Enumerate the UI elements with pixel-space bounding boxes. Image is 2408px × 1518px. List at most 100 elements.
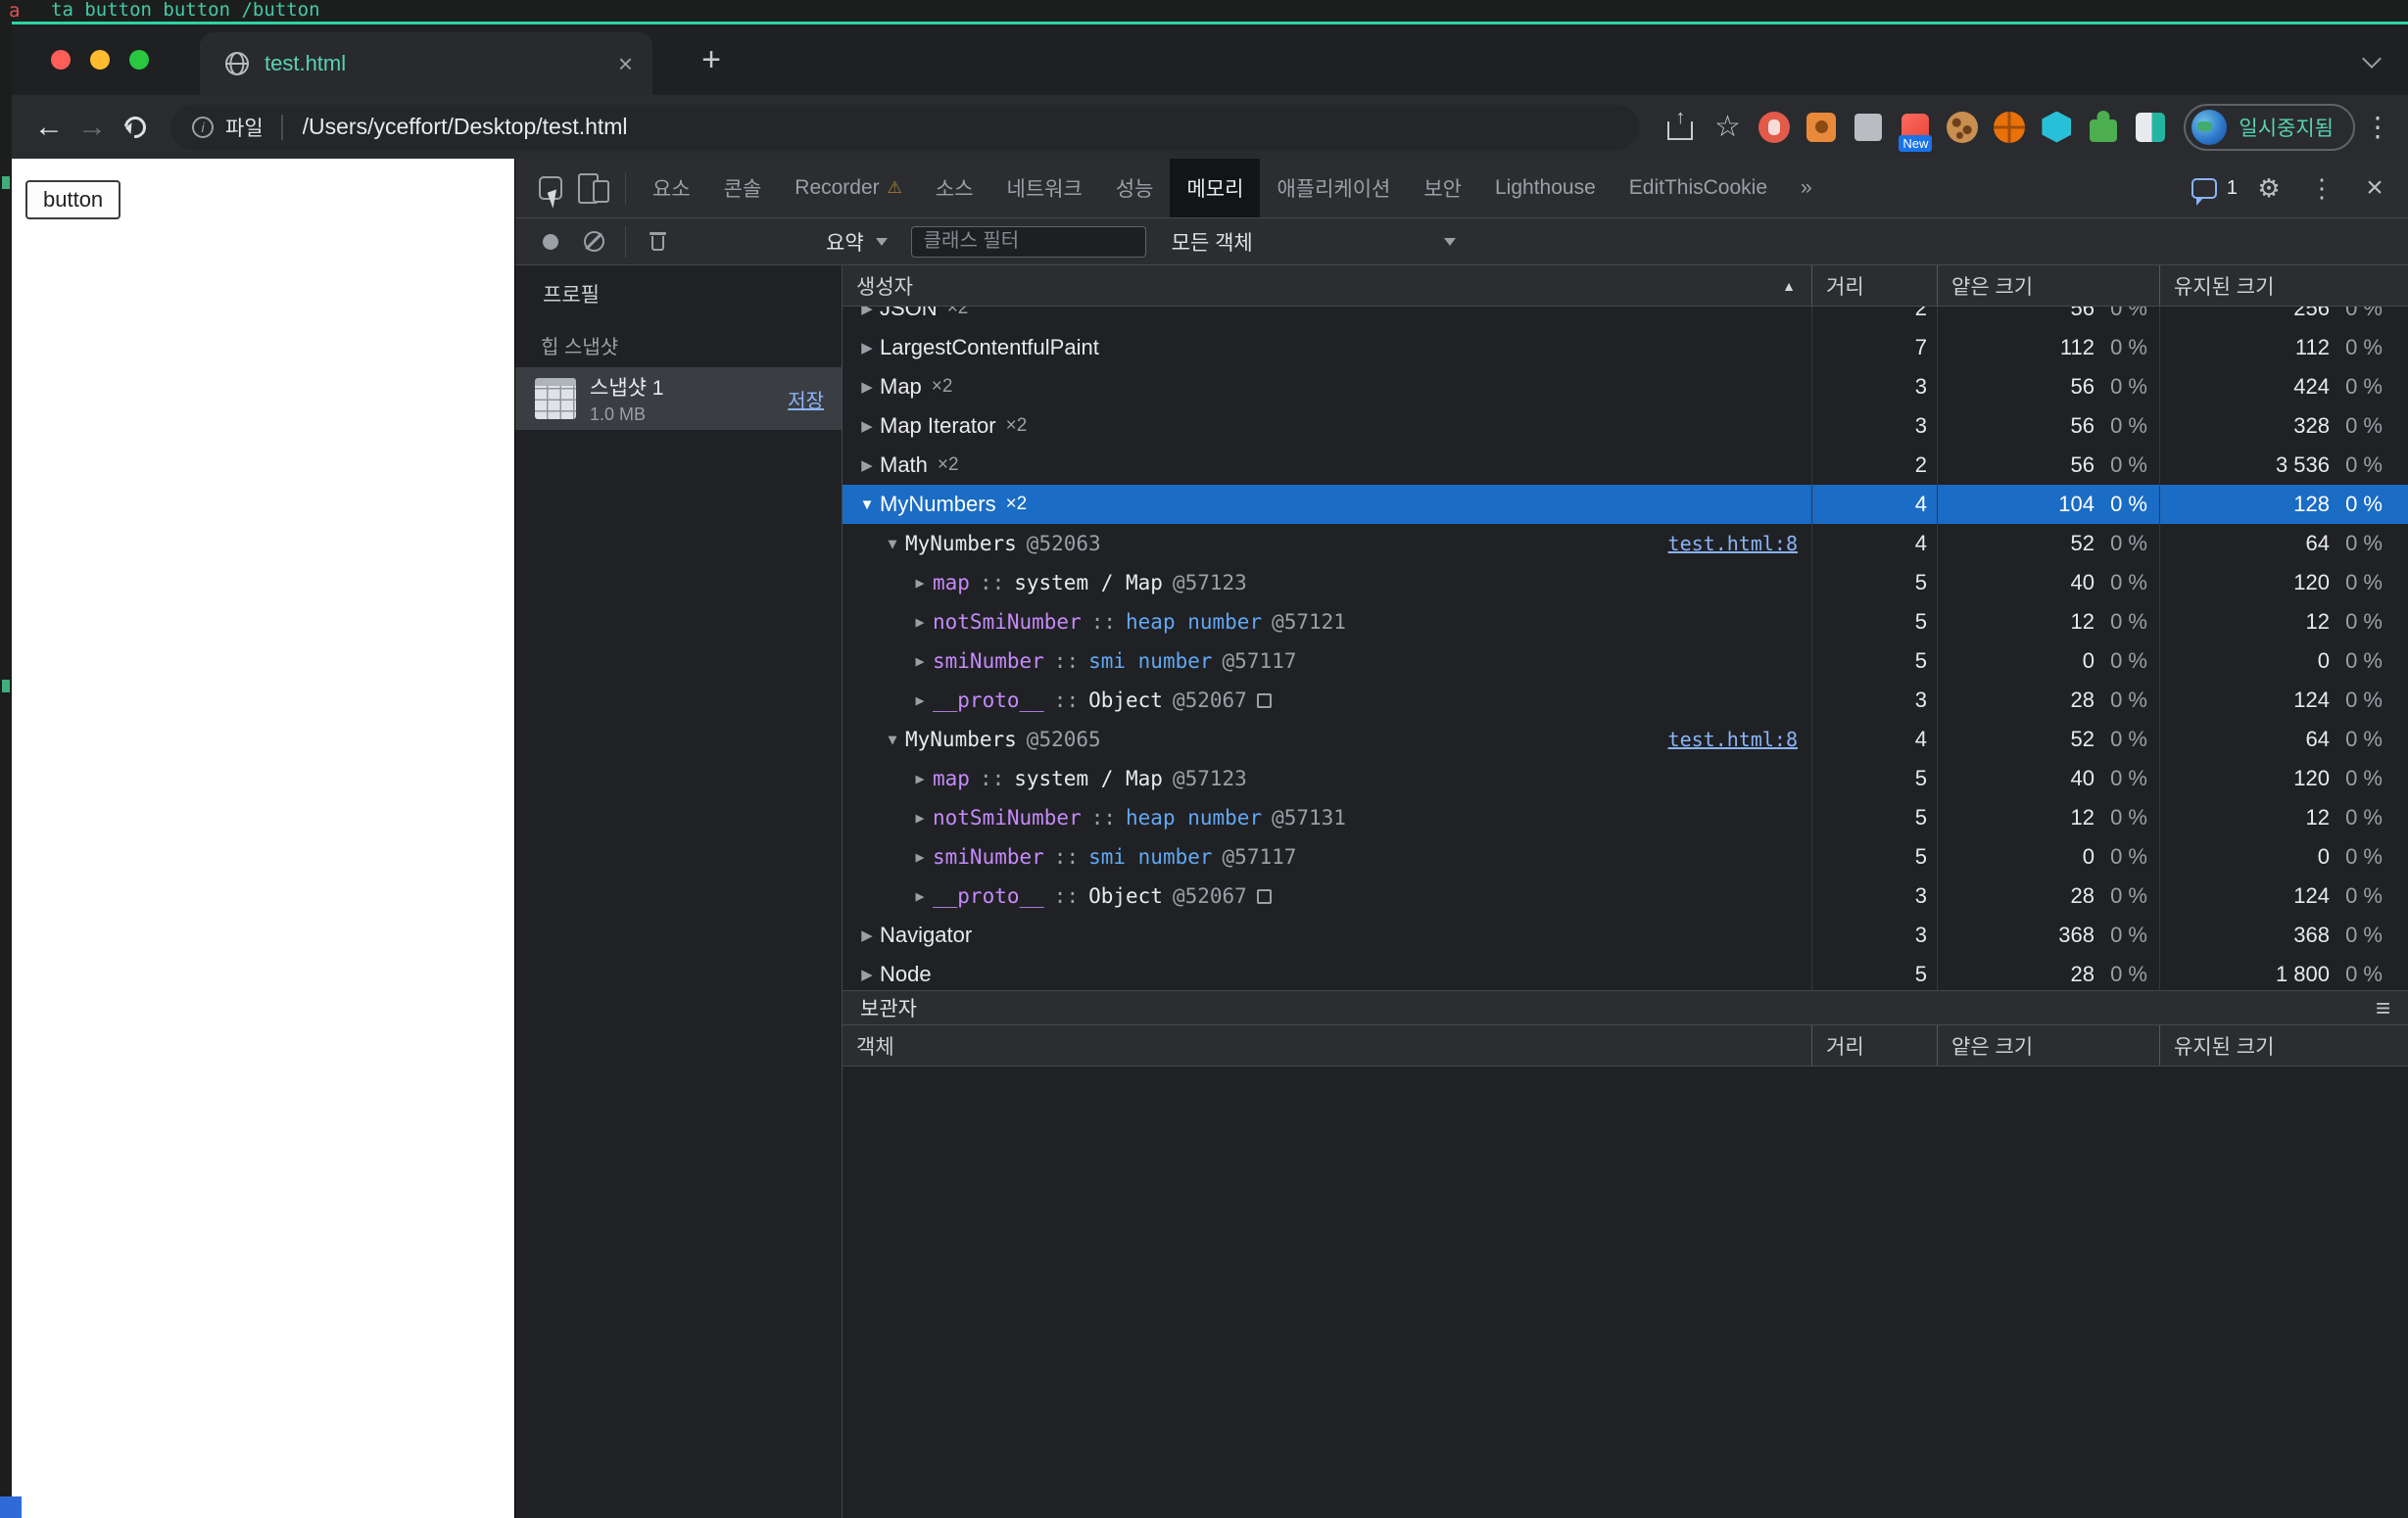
- expander-closed-icon[interactable]: ▶: [907, 613, 933, 631]
- url-text[interactable]: /Users/yceffort/Desktop/test.html: [303, 114, 628, 140]
- expander-closed-icon[interactable]: ▶: [907, 848, 933, 866]
- expander-closed-icon[interactable]: ▶: [907, 809, 933, 827]
- devtools-tab-성능[interactable]: 성능: [1099, 159, 1171, 217]
- column-header[interactable]: 얕은 크기: [1938, 1025, 2160, 1066]
- heap-row[interactable]: ▼ MyNumbers @52063 test.html:8 4 52 0 % 64 0 %: [843, 524, 2408, 563]
- devtools-tab-EditThisCookie[interactable]: EditThisCookie: [1613, 159, 1784, 217]
- puzzle-icon[interactable]: [2084, 108, 2123, 147]
- devtools-tab-애플리케이션[interactable]: 애플리케이션: [1260, 159, 1407, 217]
- expander-closed-icon[interactable]: ▶: [907, 887, 933, 905]
- minimize-window-button[interactable]: [90, 50, 110, 70]
- site-info-icon[interactable]: i: [192, 116, 214, 138]
- heap-row[interactable]: ▼ MyNumbers ×2 4 104 0 % 128 0 %: [843, 485, 2408, 524]
- new-tab-button[interactable]: +: [692, 40, 731, 79]
- clear-profiles-button[interactable]: [572, 220, 615, 263]
- save-snapshot-link[interactable]: 저장: [788, 385, 824, 413]
- expander-closed-icon[interactable]: ▶: [854, 966, 880, 983]
- expander-closed-icon[interactable]: ▶: [907, 770, 933, 787]
- forward-button[interactable]: →: [71, 106, 114, 149]
- heap-row[interactable]: ▶ Math ×2 2 56 0 % 3 536 0 %: [843, 446, 2408, 485]
- site-chip-label[interactable]: 파일: [225, 113, 264, 142]
- devtools-settings-icon[interactable]: ⚙: [2247, 166, 2290, 210]
- expander-closed-icon[interactable]: ▶: [854, 926, 880, 944]
- cookie-icon[interactable]: [1943, 108, 1982, 147]
- browser-menu-icon[interactable]: ⋮: [2363, 111, 2392, 143]
- class-filter-input[interactable]: [910, 225, 1146, 258]
- devtools-tab-메모리[interactable]: 메모리: [1170, 159, 1261, 217]
- split-icon[interactable]: [2131, 108, 2170, 147]
- heap-row[interactable]: ▶ LargestContentfulPaint 7 112 0 % 112 0 %: [843, 328, 2408, 367]
- expander-closed-icon[interactable]: ▶: [907, 574, 933, 592]
- heap-row[interactable]: ▶ map:: system / Map @57123 5 40 0 % 120 0 %: [843, 759, 2408, 798]
- column-header[interactable]: 거리: [1812, 265, 1938, 306]
- reload-button[interactable]: [114, 106, 157, 149]
- devtools-tab-요소[interactable]: 요소: [636, 159, 707, 217]
- hexagon-icon[interactable]: [2037, 108, 2076, 147]
- heap-row[interactable]: ▶ notSmiNumber:: heap number @57131 5 12 0 % 12…: [843, 798, 2408, 837]
- address-bar[interactable]: i 파일 /Users/yceffort/Desktop/test.html: [170, 104, 1640, 150]
- grid-rows[interactable]: ▶ JSON ×2 2 56 0 % 256 0 % ▶ LargestContentfulPai…: [843, 307, 2408, 990]
- expander-open-icon[interactable]: ▼: [880, 535, 905, 552]
- devtools-menu-icon[interactable]: ⋮: [2300, 166, 2343, 210]
- person-icon[interactable]: [1802, 108, 1841, 147]
- heap-row[interactable]: ▶ Map Iterator ×2 3 56 0 % 328 0 %: [843, 406, 2408, 446]
- close-window-button[interactable]: [51, 50, 71, 70]
- back-button[interactable]: ←: [27, 106, 71, 149]
- inspect-element-button[interactable]: [529, 166, 572, 210]
- new-badge-icon[interactable]: New: [1896, 108, 1935, 152]
- devtools-close-icon[interactable]: ×: [2353, 166, 2396, 210]
- devtools-tab-소스[interactable]: 소스: [919, 159, 990, 217]
- heap-row[interactable]: ▶ Node 5 28 0 % 1 800 0 %: [843, 955, 2408, 990]
- heap-row[interactable]: ▶ JSON ×2 2 56 0 % 256 0 %: [843, 307, 2408, 328]
- heap-row[interactable]: ▶ smiNumber:: smi number @57117 5 0 0 % 0 0 %: [843, 641, 2408, 681]
- devtools-tab-Lighthouse[interactable]: Lighthouse: [1478, 159, 1613, 217]
- maximize-window-button[interactable]: [129, 50, 149, 70]
- source-link[interactable]: test.html:8: [1668, 532, 1798, 555]
- expander-closed-icon[interactable]: ▶: [907, 691, 933, 709]
- objects-select[interactable]: 모든 객체: [1172, 227, 1456, 257]
- expander-closed-icon[interactable]: ▶: [854, 307, 880, 317]
- expander-open-icon[interactable]: ▼: [880, 731, 905, 748]
- column-header[interactable]: 거리: [1812, 1025, 1938, 1066]
- heap-row[interactable]: ▶ Navigator 3 368 0 % 368 0 %: [843, 916, 2408, 955]
- issues-icon[interactable]: [2191, 177, 2217, 206]
- column-header[interactable]: 유지된 크기: [2160, 265, 2408, 306]
- square-icon[interactable]: [1849, 108, 1888, 147]
- delete-snapshot-button[interactable]: [636, 220, 679, 263]
- perspective-select[interactable]: 요약: [826, 227, 888, 257]
- heap-row[interactable]: ▶ map:: system / Map @57123 5 40 0 % 120 0 %: [843, 563, 2408, 602]
- devtools-tab-보안[interactable]: 보안: [1407, 159, 1478, 217]
- expander-closed-icon[interactable]: ▶: [854, 456, 880, 474]
- heap-row[interactable]: ▶ Map ×2 3 56 0 % 424 0 %: [843, 367, 2408, 406]
- hand-icon[interactable]: [1755, 108, 1794, 147]
- column-header[interactable]: 얕은 크기: [1938, 265, 2160, 306]
- issues-count[interactable]: 1: [2227, 177, 2238, 200]
- source-link[interactable]: test.html:8: [1668, 728, 1798, 751]
- heap-row[interactable]: ▶ smiNumber:: smi number @57117 5 0 0 % 0 0 %: [843, 837, 2408, 877]
- tab-close-icon[interactable]: ×: [618, 51, 633, 76]
- column-header[interactable]: 객체: [843, 1025, 1812, 1066]
- tab-search-chevron-icon[interactable]: [2362, 49, 2382, 69]
- devtools-tab-콘솔[interactable]: 콘솔: [707, 159, 779, 217]
- star-icon[interactable]: [1708, 108, 1747, 147]
- share-icon[interactable]: [1661, 108, 1700, 147]
- snapshot-item[interactable]: 스냅샷 1 1.0 MB 저장: [515, 367, 842, 430]
- expander-closed-icon[interactable]: ▶: [854, 339, 880, 356]
- devtools-tab-Recorder[interactable]: Recorder ⚠: [778, 159, 919, 217]
- heap-row[interactable]: ▶ __proto__:: Object @52067 3 28 0 % 124 0 %: [843, 877, 2408, 916]
- expander-closed-icon[interactable]: ▶: [854, 417, 880, 435]
- column-header[interactable]: 생성자 ▲: [843, 265, 1812, 306]
- browser-tab[interactable]: test.html ×: [200, 32, 652, 95]
- heap-row[interactable]: ▶ __proto__:: Object @52067 3 28 0 % 124 0 %: [843, 681, 2408, 720]
- profile-button[interactable]: 일시중지됨: [2184, 103, 2355, 151]
- heap-row[interactable]: ▼ MyNumbers @52065 test.html:8 4 52 0 % 64 0 %: [843, 720, 2408, 759]
- expander-closed-icon[interactable]: ▶: [907, 652, 933, 670]
- device-toolbar-button[interactable]: [572, 166, 615, 210]
- expander-open-icon[interactable]: ▼: [854, 497, 880, 513]
- ball-icon[interactable]: [1990, 108, 2029, 147]
- devtools-tab-»[interactable]: »: [1784, 159, 1829, 217]
- page-button[interactable]: button: [25, 180, 121, 219]
- heap-row[interactable]: ▶ notSmiNumber:: heap number @57121 5 12 0 % 12…: [843, 602, 2408, 641]
- retainers-menu-icon[interactable]: ≡: [2376, 995, 2390, 1020]
- expander-closed-icon[interactable]: ▶: [854, 378, 880, 396]
